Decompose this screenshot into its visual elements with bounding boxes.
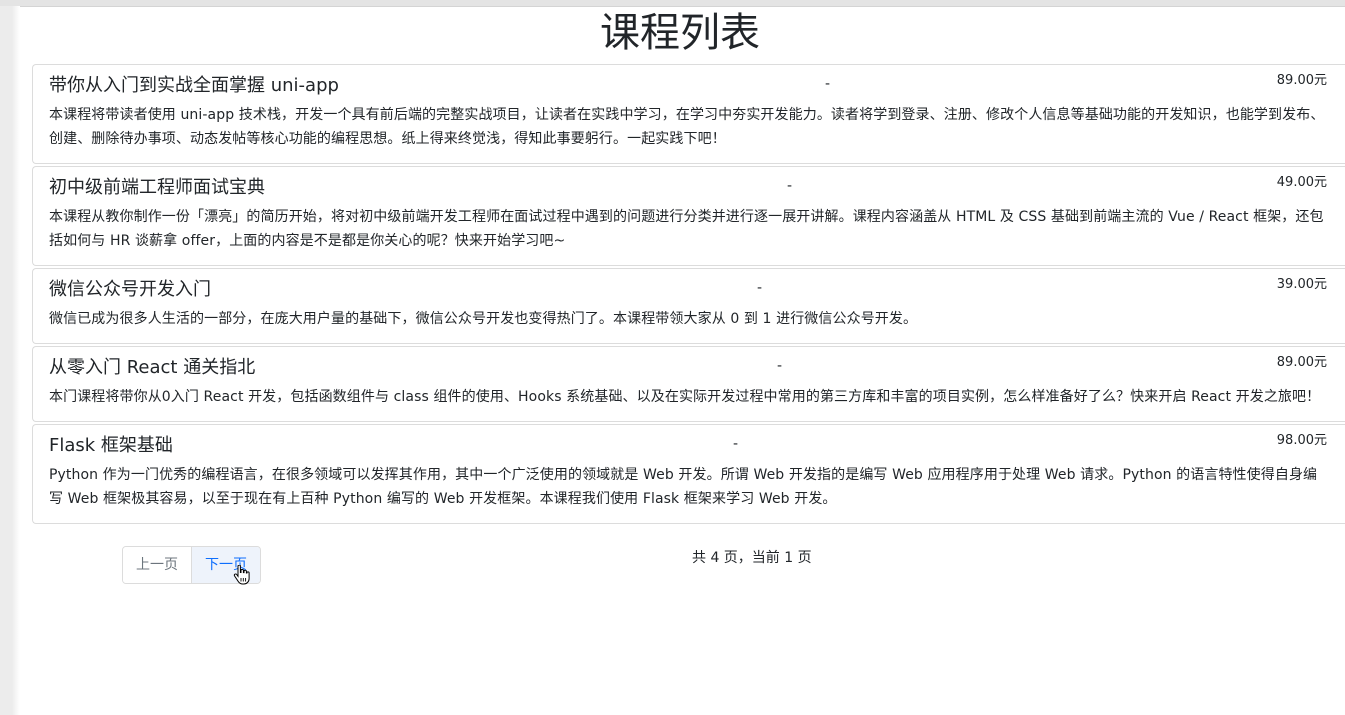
- course-separator: -: [733, 436, 739, 452]
- course-item[interactable]: 从零入门 React 通关指北 - 89.00元 本门课程将带你从0入门 Rea…: [32, 346, 1345, 422]
- left-gutter: [0, 6, 20, 715]
- course-header: 从零入门 React 通关指北 - 89.00元: [49, 355, 1329, 381]
- course-item[interactable]: 带你从入门到实战全面掌握 uni-app - 89.00元 本课程将带读者使用 …: [32, 64, 1345, 164]
- hand-pointer-icon: [233, 565, 250, 585]
- course-separator: -: [757, 280, 763, 296]
- course-item[interactable]: Flask 框架基础 - 98.00元 Python 作为一门优秀的编程语言，在…: [32, 424, 1345, 524]
- course-name[interactable]: 初中级前端工程师面试宝典: [49, 175, 265, 201]
- course-price: 98.00元: [1276, 433, 1327, 448]
- course-description: 本课程将带读者使用 uni-app 技术栈，开发一个具有前后端的完整实战项目，让…: [49, 107, 1325, 147]
- course-separator: -: [825, 76, 831, 92]
- course-price: 89.00元: [1276, 355, 1327, 370]
- course-name[interactable]: 带你从入门到实战全面掌握 uni-app: [49, 73, 339, 99]
- course-separator: -: [787, 178, 793, 194]
- page-info: 共 4 页，当前 1 页: [692, 550, 812, 566]
- course-price: 49.00元: [1276, 175, 1327, 190]
- course-price: 89.00元: [1276, 73, 1327, 88]
- course-separator: -: [777, 358, 783, 374]
- course-header: 初中级前端工程师面试宝典 - 49.00元: [49, 175, 1329, 201]
- course-header: 微信公众号开发入门 - 39.00元: [49, 277, 1329, 303]
- course-description: Python 作为一门优秀的编程语言，在很多领域可以发挥其作用，其中一个广泛使用…: [49, 467, 1318, 507]
- course-name[interactable]: Flask 框架基础: [49, 433, 173, 459]
- course-item[interactable]: 微信公众号开发入门 - 39.00元 微信已成为很多人生活的一部分，在庞大用户量…: [32, 268, 1345, 344]
- course-price: 39.00元: [1276, 277, 1327, 292]
- page-title: 课程列表: [600, 10, 760, 56]
- window-top-strip: [0, 0, 1345, 7]
- course-description: 微信已成为很多人生活的一部分，在庞大用户量的基础下，微信公众号开发也变得热门了。…: [49, 311, 918, 327]
- course-name[interactable]: 从零入门 React 通关指北: [49, 355, 255, 381]
- prev-page-button[interactable]: 上一页: [123, 547, 191, 583]
- course-item[interactable]: 初中级前端工程师面试宝典 - 49.00元 本课程从教你制作一份「漂亮」的简历开…: [32, 166, 1345, 266]
- course-description: 本课程从教你制作一份「漂亮」的简历开始，将对初中级前端开发工程师在面试过程中遇到…: [49, 209, 1324, 249]
- course-header: Flask 框架基础 - 98.00元: [49, 433, 1329, 459]
- course-description: 本门课程将带你从0入门 React 开发，包括函数组件与 class 组件的使用…: [49, 389, 1321, 405]
- course-header: 带你从入门到实战全面掌握 uni-app - 89.00元: [49, 73, 1329, 99]
- course-name[interactable]: 微信公众号开发入门: [49, 277, 211, 303]
- course-list: 带你从入门到实战全面掌握 uni-app - 89.00元 本课程将带读者使用 …: [32, 64, 1345, 526]
